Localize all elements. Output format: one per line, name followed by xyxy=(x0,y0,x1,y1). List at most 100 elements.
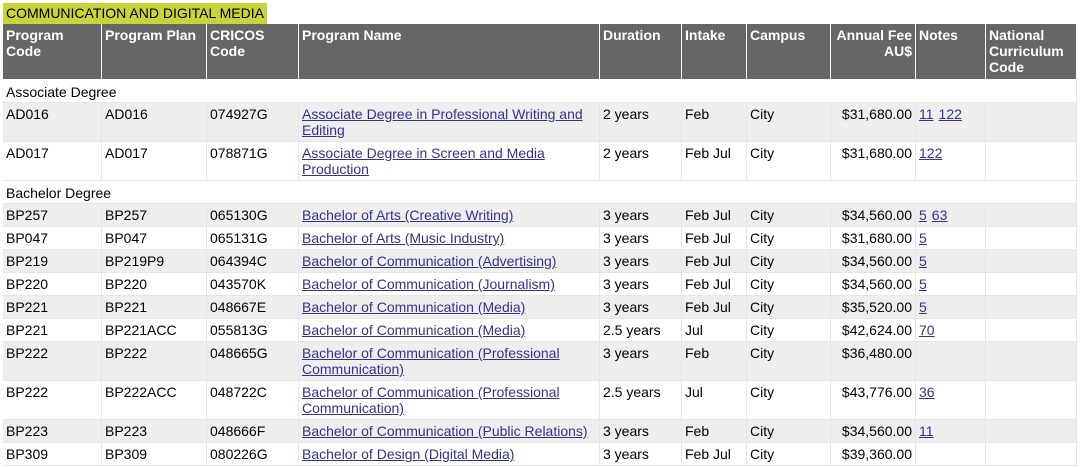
campus-cell: City xyxy=(747,342,831,381)
cricos-code-cell: 065130G xyxy=(207,204,299,227)
col-header-cricos-code: CRICOS Code xyxy=(207,24,299,80)
program-plan-cell: BP223 xyxy=(102,420,207,443)
table-row: BP219 BP219P9 064394C Bachelor of Communica… xyxy=(3,250,1077,273)
program-name-link[interactable]: Associate Degree in Screen and Media Pro… xyxy=(302,145,545,177)
cricos-code-cell: 055813G xyxy=(207,319,299,342)
program-name-cell: Bachelor of Design (Digital Media) xyxy=(299,443,600,466)
program-code-cell: AD016 xyxy=(3,103,102,142)
col-header-national-curriculum-code: National Curriculum Code xyxy=(986,24,1077,80)
program-name-cell: Bachelor of Communication (Professional … xyxy=(299,342,600,381)
notes-cell: 70 xyxy=(916,319,986,342)
annual-fee-cell: $42,624.00 xyxy=(831,319,916,342)
program-name-link[interactable]: Bachelor of Arts (Creative Writing) xyxy=(302,207,513,223)
note-link[interactable]: 63 xyxy=(932,207,948,223)
note-link[interactable]: 122 xyxy=(919,145,942,161)
section-title: COMMUNICATION AND DIGITAL MEDIA xyxy=(3,3,267,24)
duration-cell: 3 years xyxy=(600,296,682,319)
program-plan-cell: AD017 xyxy=(102,142,207,181)
national-curriculum-code-cell xyxy=(986,296,1077,319)
notes-cell: 5 xyxy=(916,250,986,273)
note-link[interactable]: 5 xyxy=(919,253,927,269)
program-name-link[interactable]: Bachelor of Communication (Professional … xyxy=(302,345,560,377)
cricos-code-cell: 074927G xyxy=(207,103,299,142)
intake-cell: Feb Jul xyxy=(682,443,747,466)
col-header-duration: Duration xyxy=(600,24,682,80)
program-name-cell: Bachelor of Communication (Media) xyxy=(299,296,600,319)
program-plan-cell: BP222 xyxy=(102,342,207,381)
program-name-link[interactable]: Bachelor of Design (Digital Media) xyxy=(302,446,514,462)
program-name-cell: Bachelor of Communication (Advertising) xyxy=(299,250,600,273)
col-header-program-name: Program Name xyxy=(299,24,600,80)
duration-cell: 3 years xyxy=(600,227,682,250)
note-link[interactable]: 5 xyxy=(919,207,927,223)
campus-cell: City xyxy=(747,296,831,319)
cricos-code-cell: 043570K xyxy=(207,273,299,296)
national-curriculum-code-cell xyxy=(986,381,1077,420)
note-link[interactable]: 5 xyxy=(919,276,927,292)
note-link[interactable]: 5 xyxy=(919,230,927,246)
annual-fee-cell: $31,680.00 xyxy=(831,227,916,250)
col-header-program-plan: Program Plan xyxy=(102,24,207,80)
intake-cell: Feb xyxy=(682,103,747,142)
duration-cell: 3 years xyxy=(600,204,682,227)
national-curriculum-code-cell xyxy=(986,342,1077,381)
program-code-cell: BP222 xyxy=(3,342,102,381)
notes-cell: 122 xyxy=(916,142,986,181)
program-name-link[interactable]: Bachelor of Communication (Journalism) xyxy=(302,276,555,292)
cricos-code-cell: 065131G xyxy=(207,227,299,250)
table-row: BP222 BP222 048665G Bachelor of Communicati… xyxy=(3,342,1077,381)
annual-fee-cell: $34,560.00 xyxy=(831,273,916,296)
col-header-program-code: Program Code xyxy=(3,24,102,80)
program-code-cell: BP220 xyxy=(3,273,102,296)
cricos-code-cell: 064394C xyxy=(207,250,299,273)
campus-cell: City xyxy=(747,103,831,142)
annual-fee-cell: $39,360.00 xyxy=(831,443,916,466)
annual-fee-cell: $34,560.00 xyxy=(831,420,916,443)
program-name-cell: Bachelor of Communication (Public Relati… xyxy=(299,420,600,443)
program-name-link[interactable]: Bachelor of Communication (Professional … xyxy=(302,384,560,416)
national-curriculum-code-cell xyxy=(986,443,1077,466)
campus-cell: City xyxy=(747,250,831,273)
program-name-link[interactable]: Bachelor of Communication (Advertising) xyxy=(302,253,556,269)
note-link[interactable]: 11 xyxy=(919,106,934,122)
program-code-cell: BP221 xyxy=(3,296,102,319)
group-label: Associate Degree xyxy=(3,80,1077,103)
intake-cell: Feb xyxy=(682,420,747,443)
note-link[interactable]: 11 xyxy=(919,423,934,439)
program-code-cell: AD017 xyxy=(3,142,102,181)
program-code-cell: BP047 xyxy=(3,227,102,250)
national-curriculum-code-cell xyxy=(986,103,1077,142)
program-name-cell: Bachelor of Arts (Creative Writing) xyxy=(299,204,600,227)
note-link[interactable]: 122 xyxy=(939,106,962,122)
program-code-cell: BP223 xyxy=(3,420,102,443)
campus-cell: City xyxy=(747,142,831,181)
program-name-link[interactable]: Bachelor of Communication (Media) xyxy=(302,322,525,338)
annual-fee-cell: $31,680.00 xyxy=(831,103,916,142)
group-row: Bachelor Degree xyxy=(3,181,1077,204)
program-name-link[interactable]: Associate Degree in Professional Writing… xyxy=(302,106,583,138)
table-row: AD016 AD016 074927G Associate Degree in Pro… xyxy=(3,103,1077,142)
intake-cell: Feb xyxy=(682,342,747,381)
notes-cell: 36 xyxy=(916,381,986,420)
group-label: Bachelor Degree xyxy=(3,181,1077,204)
note-link[interactable]: 70 xyxy=(919,322,935,338)
campus-cell: City xyxy=(747,204,831,227)
cricos-code-cell: 048665G xyxy=(207,342,299,381)
cricos-code-cell: 048666F xyxy=(207,420,299,443)
national-curriculum-code-cell xyxy=(986,142,1077,181)
notes-cell: 11 122 xyxy=(916,103,986,142)
notes-cell: 5 63 xyxy=(916,204,986,227)
national-curriculum-code-cell xyxy=(986,250,1077,273)
note-link[interactable]: 5 xyxy=(919,299,927,315)
notes-cell: 5 xyxy=(916,296,986,319)
program-code-cell: BP221 xyxy=(3,319,102,342)
table-row: BP223 BP223 048666F Bachelor of Communicati… xyxy=(3,420,1077,443)
program-name-link[interactable]: Bachelor of Arts (Music Industry) xyxy=(302,230,504,246)
program-name-link[interactable]: Bachelor of Communication (Media) xyxy=(302,299,525,315)
annual-fee-cell: $31,680.00 xyxy=(831,142,916,181)
programs-table: Program Code Program Plan CRICOS Code Pr… xyxy=(3,24,1077,466)
intake-cell: Feb Jul xyxy=(682,250,747,273)
table-body: Associate Degree AD016 AD016 074927G Associa… xyxy=(3,80,1077,466)
program-name-link[interactable]: Bachelor of Communication (Public Relati… xyxy=(302,423,588,439)
note-link[interactable]: 36 xyxy=(919,384,935,400)
